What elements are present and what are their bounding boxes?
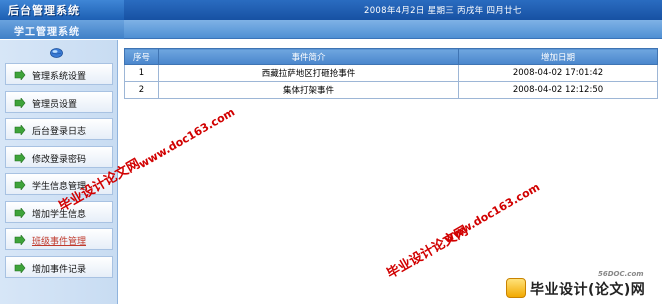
date-display: 2008年4月2日 星期三 丙戌年 四月廿七 (364, 6, 522, 16)
watermark-url: www.doc163.com (441, 180, 543, 246)
logo-icon (506, 278, 526, 298)
sidebar-nav-label[interactable]: 管理员设置 (32, 97, 77, 110)
sidebar-nav-item[interactable]: 后台登录日志 (5, 118, 113, 140)
green-arrow-icon (14, 262, 26, 273)
site-name: 毕业设计(论文)网 (530, 282, 646, 298)
sidebar-nav-item[interactable]: 增加事件记录 (5, 255, 113, 278)
green-arrow-icon (14, 180, 26, 190)
site-logo: 56DOC.com 毕业设计(论文)网 (506, 270, 658, 302)
sidebar-nav-item[interactable]: 管理系统设置 (5, 63, 113, 85)
cell-date: 2008-04-02 12:12:50 (458, 81, 658, 99)
top-header-bar: 后台管理系统 2008年4月2日 星期三 丙戌年 四月廿七 (0, 0, 662, 20)
cell-summary[interactable]: 西藏拉萨地区打砸抢事件 (158, 64, 459, 82)
green-arrow-icon (14, 125, 26, 135)
green-arrow-icon (14, 152, 26, 163)
sidebar-nav-label[interactable]: 管理系统设置 (32, 69, 86, 82)
green-arrow-icon (14, 70, 26, 80)
sidebar-nav-label[interactable]: 增加事件记录 (32, 262, 86, 275)
green-arrow-icon (14, 235, 26, 245)
sidebar-nav-item[interactable]: 修改登录密码 (5, 145, 113, 168)
cell-summary[interactable]: 集体打架事件 (158, 81, 459, 99)
sidebar-nav-item[interactable]: 管理员设置 (5, 90, 113, 113)
table-header-row: 序号 事件简介 增加日期 (124, 48, 658, 65)
column-header-date: 增加日期 (458, 48, 658, 65)
sidebar-nav-label[interactable]: 修改登录密码 (32, 152, 86, 165)
site-domain: 56DOC.com (598, 270, 644, 278)
events-table-container: 序号 事件简介 增加日期 1 西藏拉萨地区打砸抢事件 2008-04-02 17… (124, 48, 658, 99)
column-header-summary: 事件简介 (158, 48, 459, 65)
green-arrow-icon (14, 97, 26, 108)
sub-header-left: 学工管理系统 (0, 20, 124, 39)
table-row[interactable]: 2 集体打架事件 2008-04-02 12:12:50 (124, 81, 658, 99)
sidebar-nav-label[interactable]: 增加学生信息 (32, 207, 86, 220)
system-title: 学工管理系统 (14, 27, 80, 38)
sidebar-nav-item[interactable]: 班级事件管理 (5, 228, 113, 250)
cell-index: 1 (124, 64, 159, 82)
app-title: 后台管理系统 (8, 4, 80, 17)
header-logo-area: 后台管理系统 (0, 0, 124, 20)
sidebar-nav-label[interactable]: 后台登录日志 (32, 124, 86, 137)
globe-icon (50, 48, 63, 58)
watermark-url: www.doc163.com (136, 105, 238, 171)
table-row[interactable]: 1 西藏拉萨地区打砸抢事件 2008-04-02 17:01:42 (124, 64, 658, 82)
cell-index: 2 (124, 81, 159, 99)
green-arrow-icon (14, 207, 26, 218)
events-table: 序号 事件简介 增加日期 1 西藏拉萨地区打砸抢事件 2008-04-02 17… (124, 48, 658, 99)
sub-header-bar: 学工管理系统 (0, 20, 662, 39)
sidebar-nav-label[interactable]: 班级事件管理 (32, 234, 86, 247)
column-header-index: 序号 (124, 48, 159, 65)
cell-date: 2008-04-02 17:01:42 (458, 64, 658, 82)
